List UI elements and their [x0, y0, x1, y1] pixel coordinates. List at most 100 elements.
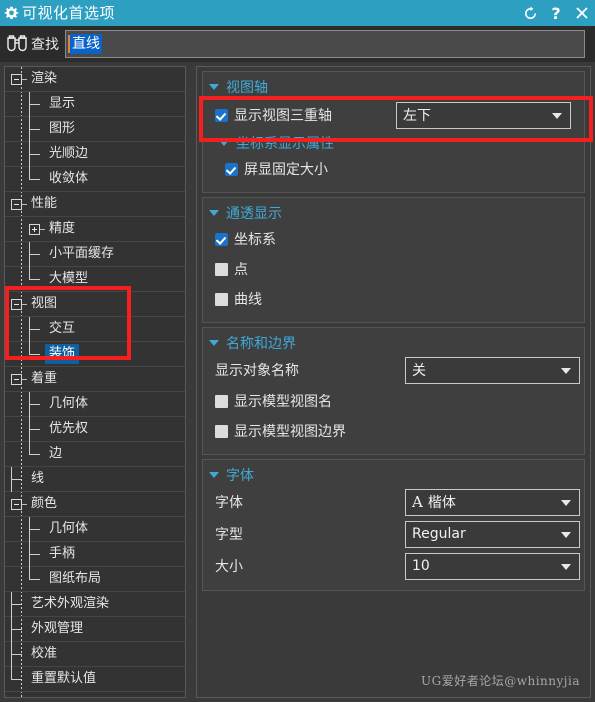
chevron-down-icon[interactable] — [209, 210, 219, 216]
tree-connector — [29, 391, 45, 417]
tree-connector — [29, 566, 45, 592]
checkbox[interactable] — [215, 108, 228, 122]
tree-item[interactable]: 精度 — [5, 217, 185, 242]
tree-item[interactable]: 视图 — [5, 292, 185, 317]
close-icon[interactable] — [569, 0, 595, 26]
tree-connector — [11, 666, 27, 692]
tree-item[interactable]: 几何体 — [5, 516, 185, 542]
tree-item-label: 小平面缓存 — [49, 246, 115, 261]
group-header[interactable]: 视图轴 — [203, 76, 584, 98]
tree-item[interactable]: 渲染 — [5, 67, 185, 92]
checkbox[interactable] — [215, 262, 228, 276]
screen-fixed-size[interactable]: 屏显固定大小 — [203, 154, 584, 184]
tree-connector — [11, 591, 27, 617]
tree-item-label: 校准 — [31, 646, 58, 661]
tree-item-label: 几何体 — [49, 521, 89, 536]
preferences-tree[interactable]: 渲染 显示 图形 光顺边 收敛体 性能 精度 小平面缓存 大模型 视图 交互 装饰 着重 几何体 优先权边线… — [4, 66, 186, 698]
view-triad-position-dropdown[interactable]: 左下 — [396, 101, 571, 129]
checkbox[interactable] — [215, 232, 228, 246]
chevron-down-icon[interactable] — [209, 472, 219, 478]
checkbox[interactable] — [215, 424, 228, 438]
tree-connector — [11, 466, 27, 492]
tree-item[interactable]: 显示 — [5, 91, 185, 117]
chevron-down-icon[interactable] — [209, 84, 219, 90]
tree-item[interactable]: 收敛体 — [5, 166, 185, 192]
tree-item[interactable]: 图形 — [5, 116, 185, 142]
tree-item[interactable]: 交互 — [5, 316, 185, 342]
group-title: 字体 — [226, 468, 254, 484]
binoculars-icon — [4, 33, 30, 55]
group-title: 名称和边界 — [226, 336, 296, 352]
checkbox[interactable] — [215, 394, 228, 408]
group-header[interactable]: 字体 — [203, 464, 584, 486]
font-style-field[interactable]: Regular — [405, 520, 580, 548]
tree-item[interactable]: 校准 — [5, 641, 185, 667]
font-size-field[interactable]: 10 — [405, 552, 580, 580]
tree-item[interactable]: 大模型 — [5, 266, 185, 292]
tree-connector — [29, 91, 45, 117]
tree-item-label: 外观管理 — [31, 621, 84, 636]
collapse-icon[interactable] — [11, 373, 22, 385]
tree-item[interactable]: 光顺边 — [5, 141, 185, 167]
tree-item[interactable]: 线 — [5, 466, 185, 492]
tree-item[interactable]: 性能 — [5, 192, 185, 217]
title-bar: 可视化首选项 ? — [0, 0, 595, 26]
chevron-down-icon[interactable] — [561, 532, 571, 538]
chevron-down-icon[interactable] — [219, 140, 229, 146]
tree-item-label: 精度 — [49, 221, 76, 236]
tree-item[interactable]: 装饰 — [5, 341, 185, 367]
tree-item[interactable]: 优先权 — [5, 416, 185, 442]
tree-item-label: 视图 — [31, 296, 58, 311]
collapse-icon[interactable] — [11, 73, 22, 85]
field-label: 大小 — [215, 559, 243, 575]
tree-connector — [29, 541, 45, 567]
tree-item-label: 艺术外观渲染 — [31, 596, 110, 611]
chevron-down-icon[interactable] — [561, 564, 571, 570]
names-and-borders-group: 名称和边界 显示对象名称 关显示模型视图名 显示模型视图边界 — [202, 327, 585, 455]
search-input[interactable]: 直线 — [65, 30, 585, 58]
gear-icon — [0, 0, 22, 26]
tree-item-label: 性能 — [31, 196, 58, 211]
group-header[interactable]: 名称和边界 — [203, 332, 584, 354]
tree-item[interactable]: 外观管理 — [5, 616, 185, 642]
show-model-view-border[interactable]: 显示模型视图边界 — [203, 416, 584, 446]
tree-item[interactable]: 几何体 — [5, 391, 185, 417]
tree-item[interactable]: 图纸布局 — [5, 566, 185, 592]
tree-item[interactable]: 着重 — [5, 367, 185, 392]
show-model-view-name[interactable]: 显示模型视图名 — [203, 386, 584, 416]
checkbox[interactable] — [215, 292, 228, 306]
tree-item-label: 边 — [49, 446, 63, 461]
chevron-down-icon[interactable] — [561, 500, 571, 506]
dropdown-value: Regular — [412, 526, 466, 542]
reset-icon[interactable] — [517, 0, 543, 26]
tree-item[interactable]: 艺术外观渲染 — [5, 591, 185, 617]
tree-item[interactable]: 小平面缓存 — [5, 241, 185, 267]
chevron-down-icon[interactable] — [552, 113, 562, 119]
help-icon[interactable]: ? — [543, 0, 569, 26]
chevron-down-icon[interactable] — [209, 340, 219, 346]
tree-item[interactable]: 手柄 — [5, 541, 185, 567]
tree-item-label: 图纸布局 — [49, 571, 102, 586]
point-checkbox[interactable]: 点 — [203, 254, 584, 284]
show-view-triad[interactable]: 显示视图三重轴 左下 — [203, 98, 584, 132]
collapse-icon[interactable] — [11, 198, 22, 210]
tree-item[interactable]: 颜色 — [5, 492, 185, 517]
chevron-down-icon[interactable] — [561, 368, 571, 374]
csys-checkbox[interactable]: 坐标系 — [203, 224, 584, 254]
display-object-name[interactable]: 关 — [405, 356, 580, 384]
csys-display-properties[interactable]: 坐标系显示属性 — [203, 132, 584, 154]
font-glyph-icon: A — [412, 493, 423, 511]
curve-checkbox[interactable]: 曲线 — [203, 284, 584, 314]
font-family-field[interactable]: A 楷体 — [405, 488, 580, 516]
checkbox[interactable] — [225, 162, 238, 176]
tree-item[interactable]: 边 — [5, 441, 185, 467]
collapse-icon[interactable] — [11, 498, 22, 510]
tree-item-label: 优先权 — [49, 421, 89, 436]
expand-icon[interactable] — [29, 223, 40, 235]
font-group: 字体 字体 A 楷体 字型 Regular 大小 10 — [202, 459, 585, 591]
collapse-icon[interactable] — [11, 298, 22, 310]
group-header[interactable]: 通透显示 — [203, 202, 584, 224]
checkbox-label: 点 — [234, 262, 248, 278]
tree-item-label: 线 — [31, 471, 45, 486]
tree-item[interactable]: 重置默认值 — [5, 666, 185, 692]
